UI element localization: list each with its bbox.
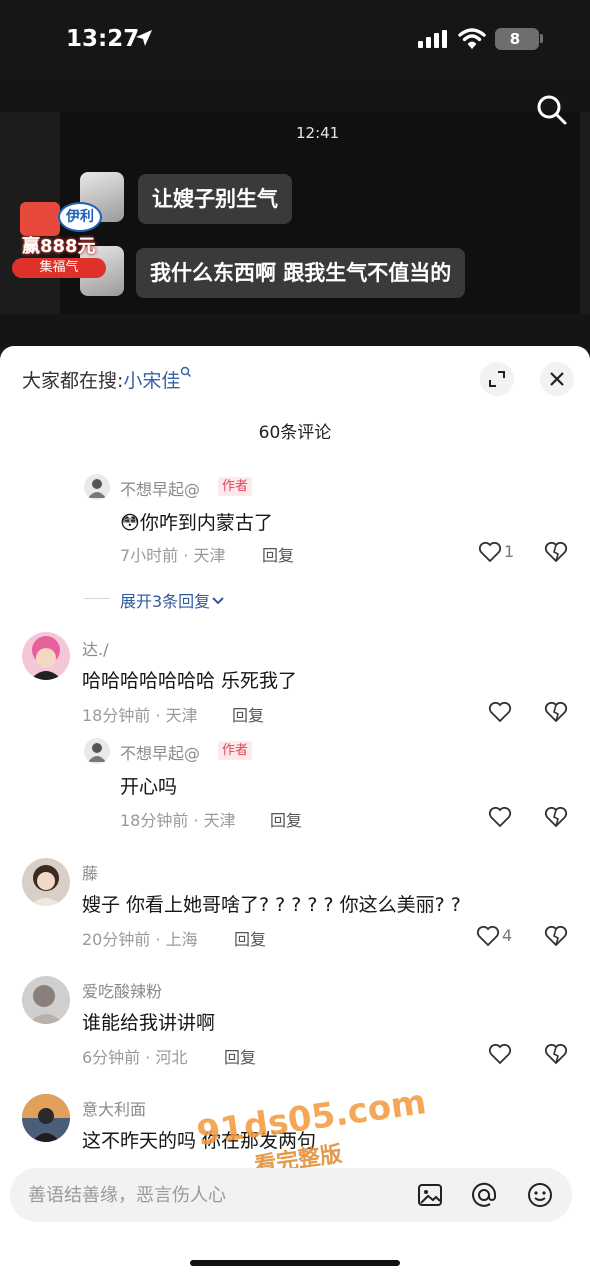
comment-count: 60条评论 [258,423,332,443]
author-avatar-icon [88,743,106,762]
expand-button[interactable] [480,362,514,396]
video-clock: 12:41 [296,124,340,142]
mention-icon[interactable] [470,1181,498,1209]
comment-meta: 18分钟前 · 天津 [120,811,236,830]
status-bar: 13:27 8 [0,0,590,80]
expand-replies-button[interactable]: 展开3条回复 [120,588,226,612]
comment-text: 谁能给我讲讲啊 [82,1012,216,1034]
chat-bubble: 让嫂子别生气 [138,174,292,224]
comment-meta: 7小时前 · 天津 [120,546,226,565]
comment-author[interactable]: 意大利面 [82,1096,146,1120]
emoji-icon[interactable] [526,1181,554,1209]
dislike-heart-icon[interactable] [544,806,568,828]
user-avatar-icon [22,1094,70,1142]
comment-text: 嫂子 你看上她哥啥了? ? ? ? ? 你这么美丽? ? [82,894,461,916]
reply-button[interactable]: 回复 [224,1044,256,1068]
hot-search-prefix: 大家都在搜: [22,370,124,392]
avatar[interactable] [22,976,70,1024]
gift-box-icon [20,202,60,236]
close-icon [550,372,564,386]
dislike-heart-icon[interactable] [544,701,568,723]
close-button[interactable] [540,362,574,396]
location-arrow-icon [136,30,152,46]
like-heart-icon[interactable] [488,806,512,828]
avatar[interactable] [22,858,70,906]
battery-icon: 8 [495,28,539,50]
comment-sheet: 大家都在搜:小宋佳 60条评论 不想早起@ 作者 😳你咋到内蒙古了 7小时前 ·… [0,346,590,1280]
like-count: 4 [502,926,513,945]
hot-search[interactable]: 大家都在搜:小宋佳 [22,366,192,393]
promo-widget[interactable]: 伊利 赢888元 集福气 [10,196,106,278]
user-avatar-icon [30,636,62,680]
wifi-icon [458,28,486,49]
avatar[interactable] [84,738,110,764]
reply-button[interactable]: 回复 [262,542,294,566]
expand-divider [84,598,110,599]
promo-prize: 赢888元 [22,236,96,257]
chevron-down-icon [212,597,224,605]
image-icon[interactable] [416,1181,444,1209]
chat-bubble: 我什么东西啊 跟我生气不值当的 [136,248,466,298]
emoji-icon: 😳 [120,512,140,534]
cellular-signal-icon [418,30,447,48]
hot-search-link[interactable]: 小宋佳 [123,370,180,392]
reply-button[interactable]: 回复 [270,807,302,831]
like-heart-icon[interactable] [478,541,502,563]
comment-meta: 6分钟前 · 河北 [82,1048,188,1067]
reply-button[interactable]: 回复 [232,702,264,726]
comment-text: 😳你咋到内蒙古了 [120,512,273,534]
user-avatar-icon [28,985,64,1024]
comment-input-bar [10,1168,572,1222]
like-count: 1 [504,542,515,561]
like-heart-icon[interactable] [488,1043,512,1065]
reply-button[interactable]: 回复 [234,926,266,950]
comment-author[interactable]: 不想早起@ [120,476,200,500]
battery-tip [540,34,543,43]
promo-tag: 集福气 [12,258,106,278]
user-avatar-icon [30,865,62,906]
comment-meta: 18分钟前 · 天津 [82,706,198,725]
search-icon[interactable] [536,94,568,126]
dislike-heart-icon[interactable] [544,925,568,947]
comment-meta: 20分钟前 · 上海 [82,930,198,949]
comment-author[interactable]: 不想早起@ [120,740,200,764]
comment-author[interactable]: 达./ [82,636,108,660]
like-heart-icon[interactable] [488,701,512,723]
avatar[interactable] [22,1094,70,1142]
author-avatar-icon [88,479,106,498]
video-player[interactable]: 12:41 让嫂子别生气 我什么东西啊 跟我生气不值当的 伊利 赢888元 集福… [0,80,590,348]
comment-author[interactable]: 藤 [82,860,98,884]
expand-icon [489,371,505,387]
author-badge: 作者 [218,477,253,496]
comment-author[interactable]: 爱吃酸辣粉 [82,978,162,1002]
promo-logo: 伊利 [58,202,102,232]
dislike-heart-icon[interactable] [544,1043,568,1065]
comment-text: 开心吗 [120,776,178,798]
like-heart-icon[interactable] [476,925,500,947]
home-indicator[interactable] [190,1260,400,1266]
status-time: 13:27 [66,26,140,52]
battery-level: 8 [509,30,521,48]
comment-input[interactable] [28,1168,388,1222]
author-badge: 作者 [218,741,253,760]
comment-text: 哈哈哈哈哈哈哈 乐死我了 [82,670,298,692]
avatar[interactable] [22,632,70,680]
search-small-icon [181,366,192,378]
dislike-heart-icon[interactable] [544,541,568,563]
avatar[interactable] [84,474,110,500]
